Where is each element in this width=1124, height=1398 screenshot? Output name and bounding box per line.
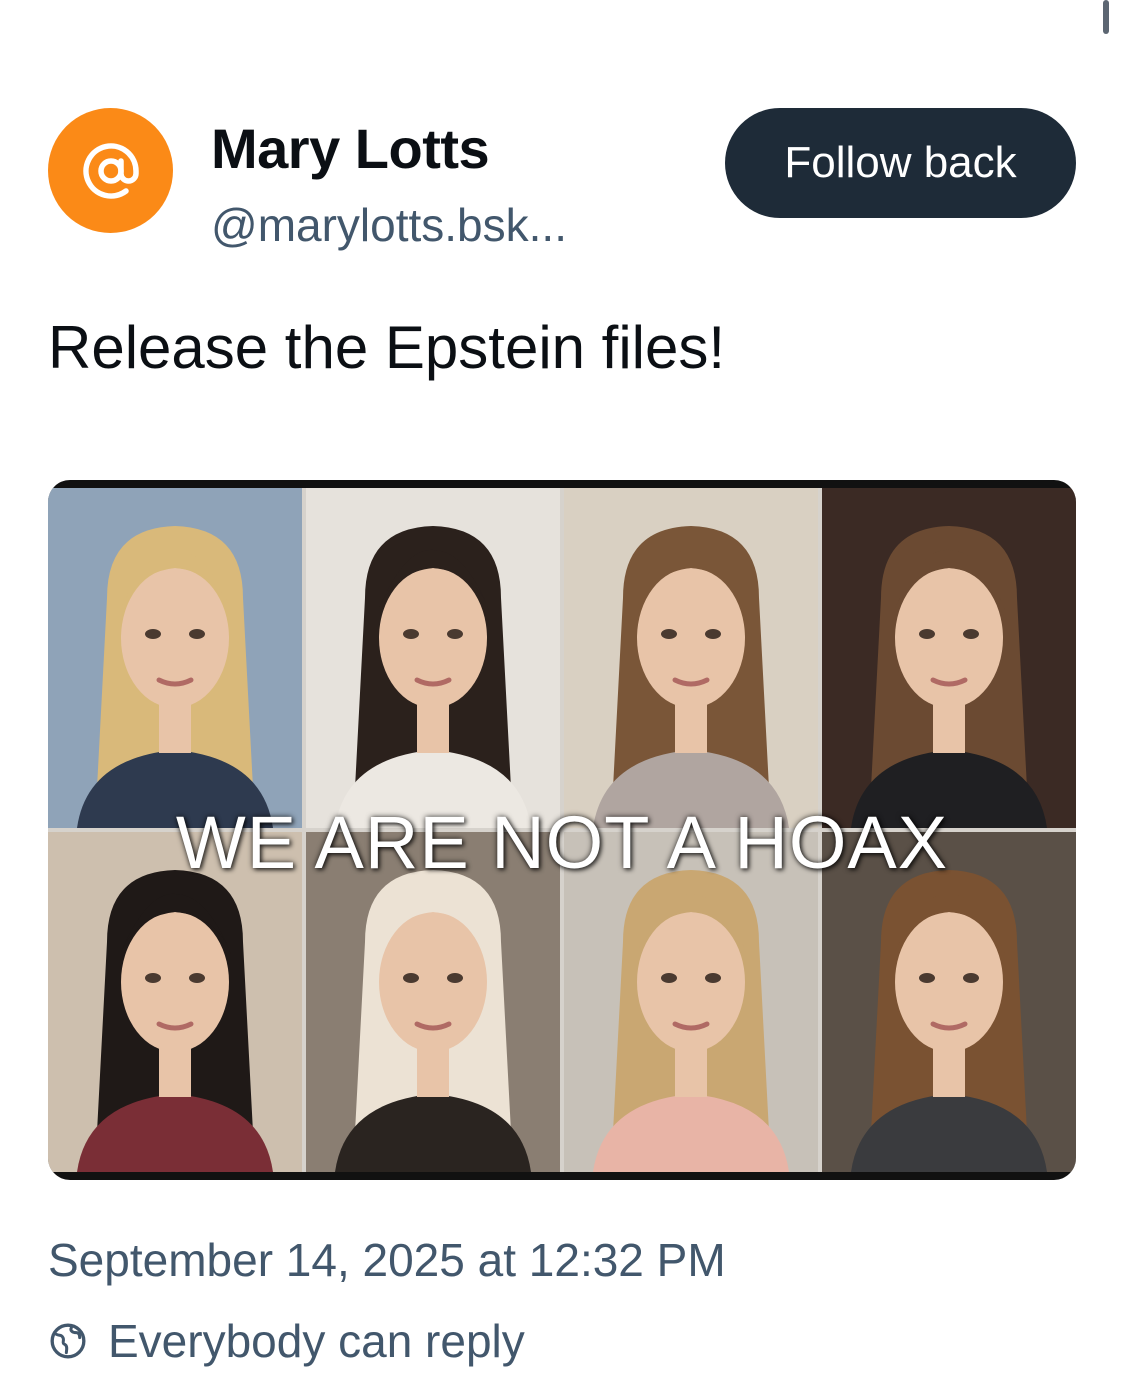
globe-icon: [48, 1318, 94, 1364]
image-overlay-text: WE ARE NOT A HOAX: [175, 801, 949, 884]
portrait-illustration: [48, 488, 302, 828]
portrait-illustration: [564, 488, 818, 828]
at-sign-icon: [82, 142, 139, 199]
post-text: Release the Epstein files!: [48, 314, 726, 381]
portrait-panel-1: [48, 488, 302, 828]
follow-back-button[interactable]: Follow back: [725, 108, 1076, 218]
reply-setting-label: Everybody can reply: [108, 1315, 525, 1367]
scroll-indicator[interactable]: [1103, 0, 1109, 34]
portrait-panel-4: [822, 488, 1076, 828]
reply-setting: Everybody can reply: [48, 1310, 525, 1372]
portrait-illustration: [822, 488, 1076, 828]
post-image[interactable]: WE ARE NOT A HOAX: [48, 480, 1076, 1180]
author-display-name[interactable]: Mary Lotts: [211, 116, 490, 182]
portrait-illustration: [306, 488, 560, 828]
avatar[interactable]: [48, 108, 173, 233]
post-timestamp: September 14, 2025 at 12:32 PM: [48, 1234, 726, 1286]
author-handle[interactable]: @marylotts.bsk...: [211, 196, 567, 254]
portrait-panel-2: [306, 488, 560, 828]
portrait-panel-3: [564, 488, 818, 828]
